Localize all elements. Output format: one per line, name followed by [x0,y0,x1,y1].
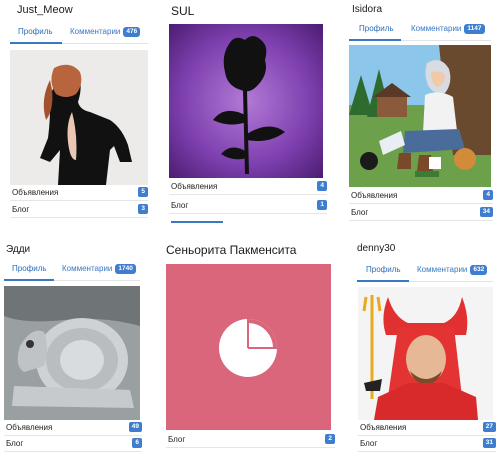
tab-profile[interactable]: Профиль [18,27,53,36]
blog-row[interactable]: Блог 31 [358,437,496,452]
user-photo[interactable] [166,264,331,430]
blog-row[interactable]: Блог 34 [349,206,493,221]
comments-count-badge: 1147 [464,24,485,34]
ads-row[interactable]: Объявления 4 [169,180,327,195]
ads-label: Объявления [12,188,59,197]
comments-count-badge: 632 [470,265,488,275]
blog-count-badge: 1 [317,200,327,210]
user-photo[interactable] [4,286,140,420]
user-photo[interactable] [349,45,491,187]
user-name[interactable]: Just_Meow [17,4,73,16]
tab-comments[interactable]: Комментарии 632 [417,265,488,275]
blog-row[interactable]: Блог 6 [4,437,142,452]
blog-count-badge: 34 [479,207,493,217]
blog-label: Блог [171,201,189,210]
ads-row[interactable]: Объявления 49 [4,421,142,436]
blog-label: Блог [168,435,186,444]
user-name[interactable]: Эдди [6,244,30,255]
blog-count-badge: 2 [325,434,335,444]
active-tab-indicator [10,42,62,44]
comments-count-badge: 476 [123,27,141,37]
profile-tabs: Профиль Комментарии 632 [357,261,493,282]
tab-comments-label: Комментарии [411,24,462,33]
tab-comments-label: Комментарии [62,264,113,273]
active-tab-indicator [171,221,223,223]
tab-profile[interactable]: Профиль [359,24,394,33]
ads-count-badge: 4 [317,181,327,191]
user-name[interactable]: Isidora [352,4,382,15]
blog-count-badge: 6 [132,438,142,448]
comments-count-badge: 1740 [115,264,136,274]
ads-count-badge: 27 [482,422,496,432]
blog-count-badge: 3 [138,204,148,214]
ads-label: Объявления [6,423,53,432]
ads-label: Объявления [171,182,218,191]
ads-label: Объявления [351,191,398,200]
tab-comments[interactable]: Комментарии 1740 [62,264,136,274]
ads-count-badge: 5 [138,187,148,197]
blog-row[interactable]: Блог 1 [169,199,327,214]
tab-comments[interactable]: Комментарии 1147 [411,24,485,34]
ads-row[interactable]: Объявления 4 [349,189,493,204]
blog-row[interactable]: Блог 3 [10,203,148,218]
blog-count-badge: 31 [482,438,496,448]
tab-comments-label: Комментарии [417,265,468,274]
pie-chart-icon [166,264,331,430]
user-name[interactable]: denny30 [357,243,395,254]
ads-row[interactable]: Объявления 5 [10,186,148,201]
tab-profile[interactable]: Профиль [12,264,47,273]
profile-tabs: Профиль Комментарии 1740 [4,260,140,281]
blog-label: Блог [351,208,369,217]
blog-label: Блог [6,439,24,448]
user-photo[interactable] [10,50,148,185]
ads-count-badge: 49 [128,422,142,432]
ads-label: Объявления [360,423,407,432]
tab-profile[interactable]: Профиль [366,265,401,274]
user-name[interactable]: Сеньорита Пакменсита [166,243,296,257]
active-tab-indicator [349,39,401,41]
profile-tabs: Профиль Комментарии 476 [10,23,148,44]
tab-comments[interactable]: Комментарии 476 [70,27,141,37]
user-name[interactable]: SUL [171,4,194,18]
user-photo[interactable] [169,24,323,178]
active-tab-indicator [357,280,409,282]
blog-row[interactable]: Блог 2 [166,433,335,448]
tab-comments-label: Комментарии [70,27,121,36]
active-tab-indicator [4,279,54,281]
ads-row[interactable]: Объявления 27 [358,421,496,436]
blog-label: Блог [12,205,30,214]
user-photo[interactable] [358,287,493,420]
ads-count-badge: 4 [483,190,493,200]
profile-tabs: Профиль Комментарии 1147 [349,20,491,41]
blog-label: Блог [360,439,378,448]
